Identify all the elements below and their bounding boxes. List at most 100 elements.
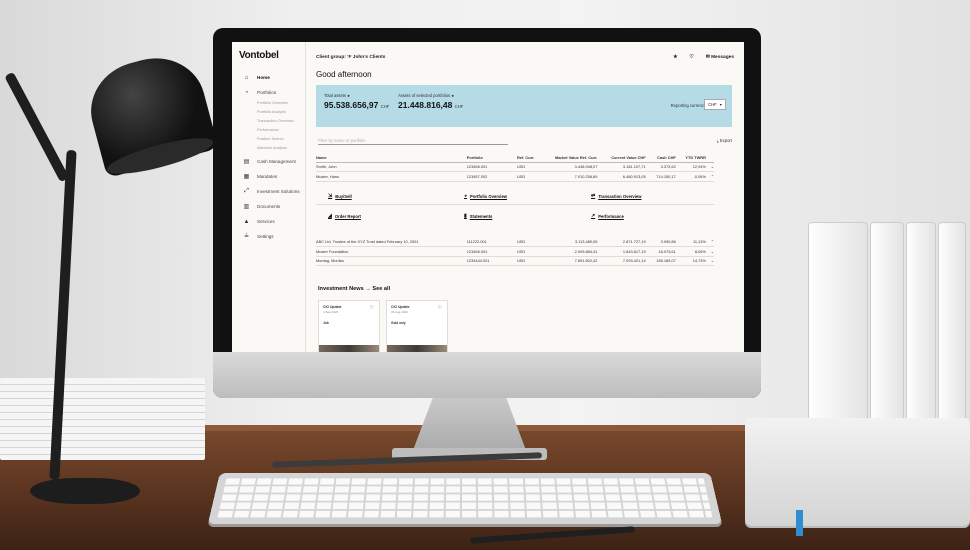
assets-banner: Total assets ● 95.538.656,97 CHF Assets …	[316, 85, 732, 127]
divider	[316, 204, 714, 205]
sidebar-subitem-attention-analysis[interactable]: Attention Analysis	[242, 143, 306, 152]
buy-sell-link[interactable]: ⇲ Buy/Sell	[328, 193, 352, 199]
transfer-icon: ⇄	[591, 193, 596, 199]
row-quick-actions: ⇲ Buy/Sell ◕ Portfolio Overview ⇄ Transacti…	[316, 183, 714, 227]
sidebar-item-services[interactable]: ▲ Services	[242, 216, 306, 227]
performance-link[interactable]: ↗ Performance	[591, 213, 624, 219]
documents-icon: ▥	[243, 204, 250, 210]
column-header[interactable]: Ref. Curr.	[517, 154, 546, 163]
sidebar-item-portfolios[interactable]: ◔ Portfolios	[242, 87, 306, 98]
sidebar-item-label: Mandates	[257, 174, 278, 179]
portfolio-search-input[interactable]: Filter by name or portfolio	[318, 136, 508, 145]
sidebar-subitem-portfolio-analysis[interactable]: Portfolio Analysis	[242, 107, 306, 116]
column-header[interactable]: Cash CHF	[645, 154, 676, 163]
pie-chart-icon: ◕	[464, 193, 468, 199]
sidebar-nav: ⌂ Home ◔ Portfolios Portfolio Overview P…	[242, 72, 306, 242]
table-row[interactable]: Smith, John 123456.001 USD 3.448.948,07 …	[316, 162, 714, 172]
cell-currency: USD	[517, 246, 546, 257]
chevron-down-icon[interactable]: ⌄	[705, 246, 714, 257]
news-card-tag: Job	[323, 321, 329, 325]
statements-link[interactable]: ▮ Statements	[464, 213, 492, 219]
cell-name: Muster, Hans	[316, 171, 467, 182]
cell-currency: USD	[517, 171, 546, 182]
cell-current-value: 1.843.617,19	[597, 246, 646, 257]
news-card[interactable]: CIO Update 4 Sep 2023 ♡ Job	[318, 300, 380, 352]
heart-icon[interactable]: ♡	[370, 305, 374, 311]
cell-ytd: 14,73%	[675, 256, 706, 266]
column-header[interactable]: Name	[316, 154, 467, 163]
home-icon: ⌂	[244, 74, 249, 81]
trend-icon: ↗	[591, 213, 596, 219]
sidebar-item-settings[interactable]: ≟ Settings	[242, 231, 306, 242]
chevron-up-icon[interactable]: ⌃	[705, 171, 714, 182]
news-card-tag: Gold only	[391, 321, 406, 325]
cell-name: Montag, Monika	[316, 256, 467, 266]
sidebar-item-label: Documents	[257, 204, 281, 209]
info-icon[interactable]: ●	[451, 93, 454, 98]
sidebar-subitem-portfolio-overview[interactable]: Portfolio Overview	[242, 98, 306, 107]
news-card-image	[319, 345, 379, 352]
sidebar-item-home[interactable]: ⌂ Home	[242, 72, 306, 83]
table-row[interactable]: Muster, Hans 123457.002 USD 7.010.256,89…	[316, 171, 714, 182]
portfolio-overview-link[interactable]: ◕ Portfolio Overview	[464, 193, 507, 199]
arrow-right-icon: →	[365, 286, 371, 292]
mandate-icon: ▦	[243, 174, 250, 180]
top-bar: Client group: ‘F John’s Clients ★ ♡ ✉ Me…	[316, 52, 734, 62]
chevron-down-icon[interactable]: ⌄	[705, 256, 714, 266]
portfolio-table: Name Portfolio Ref. Curr. Market Value R…	[316, 154, 714, 182]
settings-icon: ≟	[243, 234, 250, 240]
cell-current-value: 2.871.727,19	[597, 237, 646, 247]
info-icon[interactable]: ●	[347, 93, 350, 98]
reporting-currency-select[interactable]: CHF ▾	[704, 99, 726, 110]
transaction-overview-link[interactable]: ⇄ Transaction Overview	[591, 193, 642, 199]
cart-icon: ⇲	[328, 193, 333, 199]
sidebar-item-label: Portfolios	[257, 90, 277, 95]
chevron-up-icon[interactable]: ⌃	[705, 237, 714, 247]
sidebar-item-mandates[interactable]: ▦ Mandates	[242, 171, 306, 182]
cell-ytd: 12,04%	[675, 162, 706, 172]
news-card[interactable]: CIO Update 31 Aug 2023 ♡ Gold only	[386, 300, 448, 352]
selected-assets-value: 21.448.816,48 CHF	[398, 100, 464, 110]
column-header[interactable]: Current Value CHF	[597, 154, 646, 163]
sidebar-item-label: Services	[257, 219, 275, 224]
messages-button[interactable]: ✉ Messages	[706, 55, 734, 60]
monitor-screen: Vontobel ⌂ Home ◔ Portfolios Portfolio O…	[232, 42, 744, 352]
sidebar-subitem-transaction-overview[interactable]: Transaction Overview	[242, 116, 306, 125]
lamp-base	[30, 478, 140, 504]
total-assets-label: Total assets ●	[324, 93, 350, 98]
export-button[interactable]: ⤓ Export	[717, 138, 732, 143]
order-report-link[interactable]: ◢ Order Report	[328, 213, 361, 219]
sidebar-item-documents[interactable]: ▥ Documents	[242, 201, 306, 212]
chevron-down-icon: ▾	[719, 102, 722, 107]
keyboard-keys	[217, 478, 713, 519]
favorites-icon[interactable]: ★	[673, 55, 677, 60]
heart-icon[interactable]: ♡	[438, 305, 442, 311]
news-card-image	[387, 345, 447, 352]
cell-cash: 185.189,07	[645, 256, 676, 266]
binder	[808, 222, 868, 432]
cell-market-value: 7.010.256,89	[545, 171, 598, 182]
cell-name: Smith, John	[316, 162, 467, 172]
total-assets-value: 95.538.656,97 CHF	[324, 100, 390, 110]
table-row[interactable]: Montag, Monika 1234444.001 USD 7.691.802…	[316, 256, 714, 266]
sidebar-subitem-performance[interactable]: Performance	[242, 125, 306, 134]
sidebar-item-cash-management[interactable]: ▤ Cash Management	[242, 156, 306, 167]
cell-portfolio: 123456.001	[466, 246, 517, 257]
table-row[interactable]: ABC Ltd. Trustee of the XYZ Trust dated …	[316, 237, 714, 247]
document-icon: ▮	[464, 213, 467, 219]
see-all-link[interactable]: → See all	[365, 286, 390, 292]
messages-icon: ✉	[705, 54, 710, 60]
column-header[interactable]: Portfolio	[466, 154, 517, 163]
sidebar-item-investment-solutions[interactable]: ⤢ Investment Solutions	[242, 186, 306, 197]
client-group-selector[interactable]: Client group: ‘F John’s Clients	[316, 55, 385, 60]
reporting-currency-label: Reporting currency	[670, 103, 706, 108]
heart-icon[interactable]: ♡	[689, 55, 693, 60]
sidebar: Vontobel ⌂ Home ◔ Portfolios Portfolio O…	[232, 42, 306, 352]
column-header[interactable]: YTD TWRR	[675, 154, 706, 163]
table-row[interactable]: Muster Foundation 123456.001 USD 2.009.8…	[316, 246, 714, 257]
chart-icon: ◢	[328, 213, 332, 219]
paper-stack	[0, 378, 205, 460]
chevron-down-icon[interactable]: ⌄	[705, 162, 714, 172]
column-header[interactable]: Market Value Ref. Curr.	[545, 154, 598, 163]
sidebar-subitem-position-search[interactable]: Position Search	[242, 134, 306, 143]
